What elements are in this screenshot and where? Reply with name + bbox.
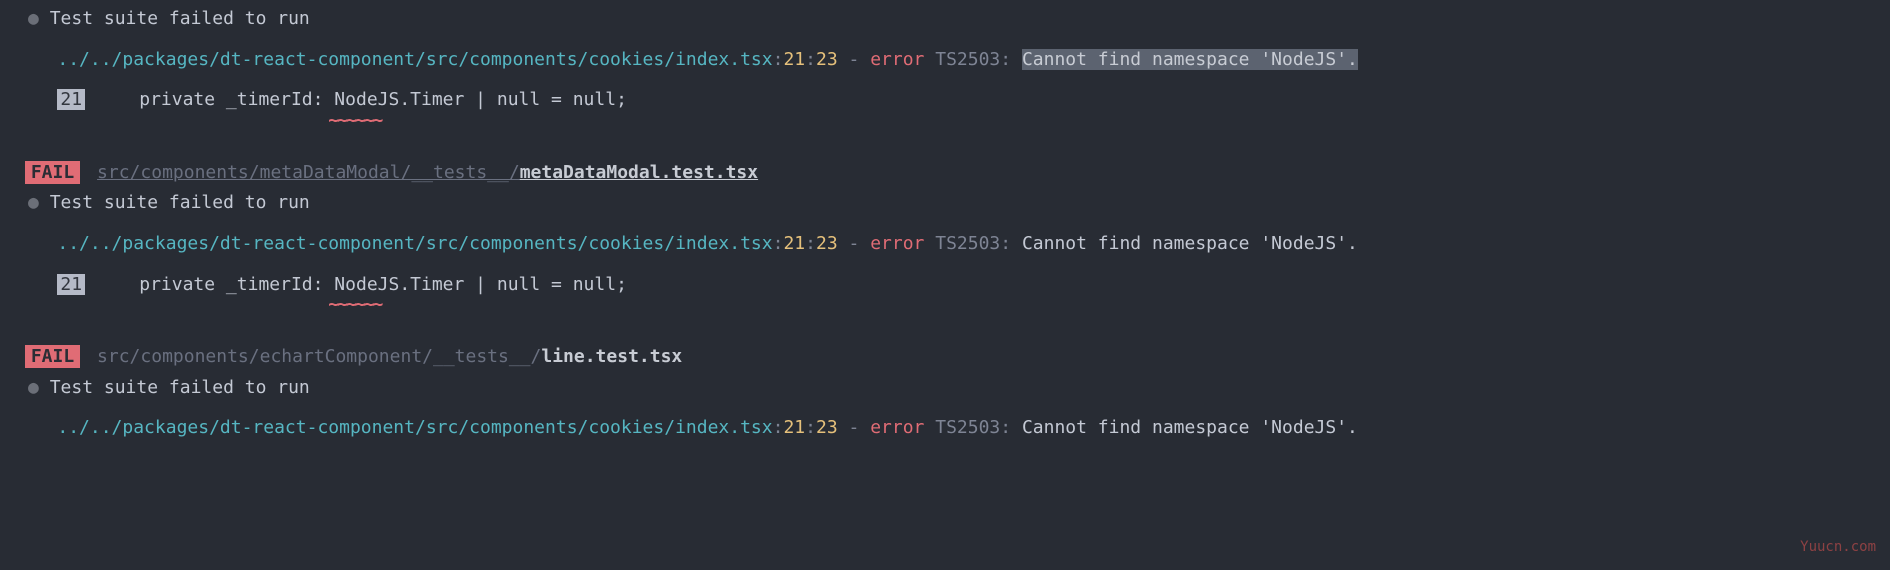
fail-badge: FAIL — [25, 161, 80, 184]
error-line-num: 21 — [783, 417, 805, 438]
bullet-icon: ● — [28, 192, 50, 213]
error-squiggle: ~~~~~~ — [328, 294, 381, 315]
code-text: private _timerId: NodeJS.Timer | null = … — [96, 89, 627, 110]
error-location-line: ../../packages/dt-react-component/src/co… — [0, 229, 1890, 260]
error-code: TS2503: — [935, 417, 1011, 438]
error-path: ../../packages/dt-react-component/src/co… — [57, 49, 772, 70]
bullet-icon: ● — [28, 377, 50, 398]
watermark: Yuucn.com — [1800, 536, 1876, 560]
test-path-dir: src/components/echartComponent/__tests__… — [97, 346, 541, 367]
suite-failed-text: Test suite failed to run — [50, 377, 310, 398]
squiggle-underline: 21 private _timerId: ~~~~~~ — [0, 116, 1890, 130]
error-location-line: ../../packages/dt-react-component/src/co… — [0, 413, 1890, 444]
error-location-line: ../../packages/dt-react-component/src/co… — [0, 45, 1890, 76]
error-code: TS2503: — [935, 49, 1011, 70]
error-col-num: 23 — [816, 49, 838, 70]
test-path-file: line.test.tsx — [541, 346, 682, 367]
suite-failed-line: ● Test suite failed to run — [0, 373, 1890, 404]
error-message: Cannot find namespace 'NodeJS'. — [1022, 417, 1358, 438]
error-path: ../../packages/dt-react-component/src/co… — [57, 417, 772, 438]
error-line-num: 21 — [783, 233, 805, 254]
squiggle-underline: 21 private _timerId: ~~~~~~ — [0, 300, 1890, 314]
error-code: TS2503: — [935, 233, 1011, 254]
fail-badge: FAIL — [25, 345, 80, 368]
test-path-dir: src/components/metaDataModal/__tests__/ — [97, 162, 520, 183]
error-message: Cannot find namespace 'NodeJS'. — [1022, 49, 1358, 70]
suite-failed-text: Test suite failed to run — [50, 192, 310, 213]
error-label: error — [870, 233, 924, 254]
error-squiggle: ~~~~~~ — [328, 110, 381, 131]
error-line-num: 21 — [783, 49, 805, 70]
error-col-num: 23 — [816, 233, 838, 254]
suite-failed-line: ● Test suite failed to run — [0, 4, 1890, 35]
code-text: private _timerId: NodeJS.Timer | null = … — [96, 274, 627, 295]
error-path: ../../packages/dt-react-component/src/co… — [57, 233, 772, 254]
test-path-file: metaDataModal.test.tsx — [520, 162, 758, 183]
line-number-badge: 21 — [57, 274, 85, 295]
code-snippet-line: 21 private _timerId: NodeJS.Timer | null… — [0, 270, 1890, 301]
error-label: error — [870, 417, 924, 438]
error-label: error — [870, 49, 924, 70]
code-snippet-line: 21 private _timerId: NodeJS.Timer | null… — [0, 85, 1890, 116]
suite-failed-text: Test suite failed to run — [50, 8, 310, 29]
fail-header-line: FAIL src/components/echartComponent/__te… — [0, 342, 1890, 373]
suite-failed-line: ● Test suite failed to run — [0, 188, 1890, 219]
line-number-badge: 21 — [57, 89, 85, 110]
bullet-icon: ● — [28, 8, 50, 29]
error-message: Cannot find namespace 'NodeJS'. — [1022, 233, 1358, 254]
error-col-num: 23 — [816, 417, 838, 438]
fail-header-line: FAIL src/components/metaDataModal/__test… — [0, 158, 1890, 189]
